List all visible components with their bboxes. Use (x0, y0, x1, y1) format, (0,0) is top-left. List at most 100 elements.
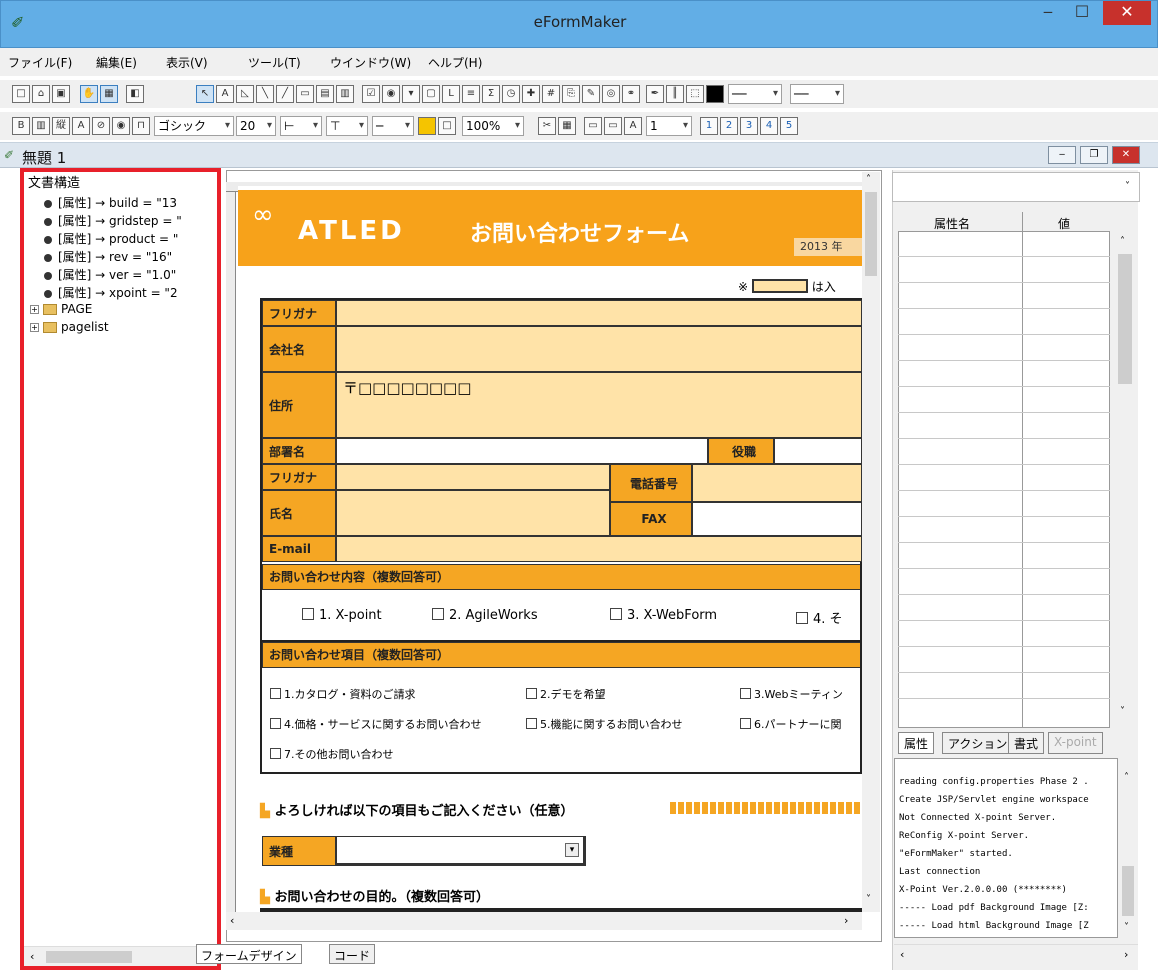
fill-color-icon[interactable] (706, 85, 724, 103)
button-tool-icon[interactable]: ▢ (422, 85, 440, 103)
bold-icon[interactable]: B (12, 117, 30, 135)
save-icon[interactable]: ▣ (52, 85, 70, 103)
checkbox-tool-icon[interactable]: ☑ (362, 85, 380, 103)
tree-attr-gridstep[interactable]: [属性] → gridstep = " (44, 212, 216, 229)
log-vertical-scrollbar[interactable]: ˄ ˅ (1118, 758, 1138, 938)
scroll-down-icon[interactable]: ˅ (1124, 922, 1129, 933)
post-field[interactable] (774, 438, 862, 464)
menu-tools[interactable]: ツール(T) (248, 54, 301, 71)
grid-icon[interactable]: ▦ (100, 85, 118, 103)
fax-field[interactable] (692, 502, 862, 536)
checkbox-demo[interactable]: 2.デモを希望 (526, 686, 606, 702)
scroll-up-icon[interactable]: ˄ (1120, 236, 1125, 247)
kana2-field[interactable] (336, 464, 610, 490)
line-width-combo[interactable]: ── ▾ (790, 84, 844, 104)
pen-tool-icon[interactable]: ✒ (646, 85, 664, 103)
page-select[interactable]: 1 ▾ (646, 116, 692, 136)
open-file-icon[interactable]: ⌂ (32, 85, 50, 103)
no-entry-icon[interactable]: ⊘ (92, 117, 110, 135)
scroll-right-icon[interactable]: › (844, 914, 848, 927)
v-align-select[interactable]: ⊤ ▾ (326, 116, 368, 136)
tab-form-design[interactable]: フォームデザイン (196, 944, 302, 964)
chart-icon[interactable]: ▥ (32, 117, 50, 135)
bg-color-icon[interactable] (418, 117, 436, 135)
tab-attributes[interactable]: 属性 (898, 732, 935, 754)
doc-close-button[interactable]: ✕ (1112, 146, 1140, 164)
log-horizontal-scrollbar[interactable]: ‹ › (894, 944, 1138, 964)
tree-horizontal-scrollbar[interactable]: ‹ › (24, 946, 217, 966)
tree-folder-page[interactable]: + PAGE (30, 302, 202, 316)
checkbox-icon[interactable] (270, 718, 281, 729)
text-tool-icon[interactable]: A (216, 85, 234, 103)
menu-window[interactable]: ウインドウ(W) (330, 54, 411, 71)
barcode-tool-icon[interactable]: ║ (666, 85, 684, 103)
tree-attr-rev[interactable]: [属性] → rev = "16" (44, 248, 216, 265)
address-field[interactable]: 〒□□□□□□□□ (336, 372, 862, 438)
table-tool-icon[interactable]: ▥ (336, 85, 354, 103)
property-vertical-scrollbar[interactable]: ˄ ˅ (1112, 212, 1138, 728)
tree-attr-xpoint[interactable]: [属性] → xpoint = "2 (44, 284, 216, 301)
tab-format[interactable]: 書式 (1008, 732, 1045, 754)
font-family-select[interactable]: ゴシック ▾ (154, 116, 234, 136)
link-tool-icon[interactable]: ⚭ (622, 85, 640, 103)
diagonal-tool-icon[interactable]: ╱ (276, 85, 294, 103)
scroll-left-icon[interactable]: ‹ (900, 948, 904, 961)
scroll-right-icon[interactable]: › (1124, 948, 1128, 961)
visibility-icon[interactable]: ◉ (112, 117, 130, 135)
menu-file[interactable]: ファイル(F) (8, 54, 72, 71)
maximize-button[interactable]: ☐ (1065, 1, 1099, 25)
calc-tool-icon[interactable]: Σ (482, 85, 500, 103)
checkbox-icon[interactable] (270, 748, 281, 759)
minimize-button[interactable]: ‒ (1031, 1, 1065, 25)
dept-field[interactable] (336, 438, 708, 464)
property-grid[interactable] (898, 212, 1110, 728)
seal-tool-icon[interactable]: ◎ (602, 85, 620, 103)
tab-actions[interactable]: アクション (942, 732, 1014, 754)
clear-icon[interactable]: ✂ (538, 117, 556, 135)
form-header[interactable]: ∞ ATLED お問い合わせフォーム 2013 年 (238, 190, 862, 266)
scroll-up-icon[interactable]: ˄ (866, 174, 871, 185)
expand-icon[interactable]: + (30, 323, 39, 332)
num-tool-icon[interactable]: # (542, 85, 560, 103)
checkbox-icon[interactable] (270, 688, 281, 699)
border-icon[interactable]: ⊓ (132, 117, 150, 135)
checkbox-webmeeting[interactable]: 3.Webミーティン (740, 686, 843, 702)
scroll-thumb[interactable] (46, 951, 132, 963)
line-tool-icon[interactable]: ╲ (256, 85, 274, 103)
frame-text-icon[interactable]: A (72, 117, 90, 135)
doc-restore-button[interactable]: ❐ (1080, 146, 1108, 164)
transparent-icon[interactable]: □ (438, 117, 456, 135)
tree-folder-pagelist[interactable]: + pagelist (30, 320, 202, 334)
industry-select[interactable]: ▾ (336, 836, 586, 866)
layer-1-icon[interactable]: 1 (700, 117, 718, 135)
checkbox-price[interactable]: 4.価格・サービスに関するお問い合わせ (270, 716, 482, 732)
object-select[interactable]: ˅ (892, 172, 1140, 202)
kana-field[interactable] (336, 300, 862, 326)
label-tool-icon[interactable]: L (442, 85, 460, 103)
scroll-left-icon[interactable]: ‹ (30, 950, 34, 963)
close-button[interactable]: ✕ (1103, 1, 1151, 25)
layer-3-icon[interactable]: 3 (740, 117, 758, 135)
page-icon-3[interactable]: A (624, 117, 642, 135)
scroll-thumb[interactable] (1118, 254, 1132, 384)
field-tool-icon[interactable]: ▭ (296, 85, 314, 103)
expand-icon[interactable]: + (30, 305, 39, 314)
scroll-left-icon[interactable]: ‹ (230, 914, 234, 927)
dropdown-arrow-icon[interactable]: ▾ (565, 843, 579, 857)
doc-minimize-button[interactable]: ‒ (1048, 146, 1076, 164)
checkbox-icon[interactable] (740, 688, 751, 699)
font-size-select[interactable]: 20 ▾ (236, 116, 276, 136)
layer-2-icon[interactable]: 2 (720, 117, 738, 135)
scroll-down-icon[interactable]: ˅ (1120, 706, 1125, 717)
design-vertical-scrollbar[interactable]: ˄ ˅ (862, 172, 880, 912)
checkbox-partner[interactable]: 6.パートナーに関 (740, 716, 842, 732)
scroll-thumb[interactable] (865, 192, 877, 276)
vertical-text-icon[interactable]: 縦 (52, 117, 70, 135)
menu-edit[interactable]: 編集(E) (96, 54, 137, 71)
scroll-down-icon[interactable]: ˅ (866, 894, 871, 905)
email-field[interactable] (336, 536, 862, 562)
rect-tool-icon[interactable]: ◺ (236, 85, 254, 103)
h-align-select[interactable]: ⊢ ▾ (280, 116, 322, 136)
checkbox-icon[interactable] (526, 718, 537, 729)
zoom-select[interactable]: 100% ▾ (462, 116, 524, 136)
